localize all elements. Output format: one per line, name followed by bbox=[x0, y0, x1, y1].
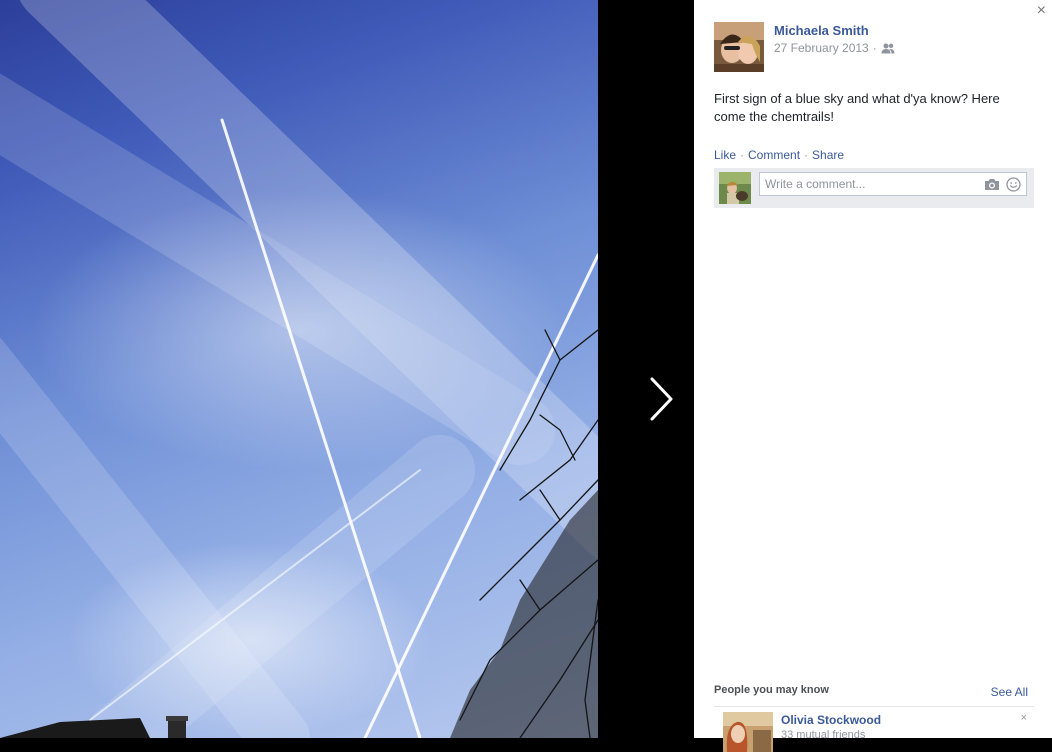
author-avatar[interactable] bbox=[714, 22, 764, 72]
comment-link[interactable]: Comment bbox=[748, 148, 800, 162]
viewer-avatar-image bbox=[719, 172, 751, 204]
chevron-right-icon bbox=[650, 377, 673, 421]
camera-icon[interactable] bbox=[984, 178, 1000, 196]
post-caption: First sign of a blue sky and what d'ya k… bbox=[714, 91, 1000, 124]
post-sidebar: × Michaela Smith 27 February 2013 · Firs… bbox=[694, 0, 1052, 752]
suggestion-photo[interactable] bbox=[723, 712, 773, 752]
post-meta: 27 February 2013 · bbox=[774, 41, 895, 57]
contrail-sky-image bbox=[0, 0, 598, 738]
comment-input-wrapper bbox=[759, 172, 1027, 196]
emoji-icon-glyph bbox=[1006, 177, 1021, 192]
post-actions: Like · Comment · Share bbox=[714, 148, 844, 162]
author-name[interactable]: Michaela Smith bbox=[774, 23, 869, 38]
suggestion-item: Olivia Stockwood 33 mutual friends × bbox=[723, 712, 1027, 752]
close-button[interactable]: × bbox=[1037, 2, 1046, 20]
suggestion-name[interactable]: Olivia Stockwood bbox=[781, 713, 881, 727]
share-link[interactable]: Share bbox=[812, 148, 844, 162]
avatar-image bbox=[714, 22, 764, 72]
mutual-friends-count[interactable]: 33 mutual friends bbox=[781, 729, 865, 741]
dismiss-suggestion-button[interactable]: × bbox=[1021, 712, 1027, 724]
post-date[interactable]: 27 February 2013 bbox=[774, 41, 869, 55]
viewer-avatar bbox=[719, 172, 751, 204]
emoji-icon[interactable] bbox=[1006, 177, 1021, 197]
friends-icon-glyph bbox=[881, 43, 895, 54]
meta-separator: · bbox=[872, 41, 877, 55]
divider bbox=[714, 706, 1034, 707]
camera-icon-glyph bbox=[985, 179, 999, 190]
see-all-link[interactable]: See All bbox=[991, 685, 1028, 699]
action-separator: · bbox=[804, 148, 809, 162]
suggestion-photo-image bbox=[723, 712, 773, 752]
like-link[interactable]: Like bbox=[714, 148, 736, 162]
comment-input[interactable] bbox=[760, 173, 980, 195]
photo-stage bbox=[0, 0, 694, 738]
friends-icon[interactable] bbox=[881, 43, 895, 57]
action-separator: · bbox=[740, 148, 745, 162]
post-photo[interactable] bbox=[0, 0, 598, 738]
comment-composer bbox=[714, 168, 1034, 208]
next-photo-button[interactable] bbox=[644, 374, 678, 424]
pymk-title: People you may know bbox=[714, 684, 829, 696]
